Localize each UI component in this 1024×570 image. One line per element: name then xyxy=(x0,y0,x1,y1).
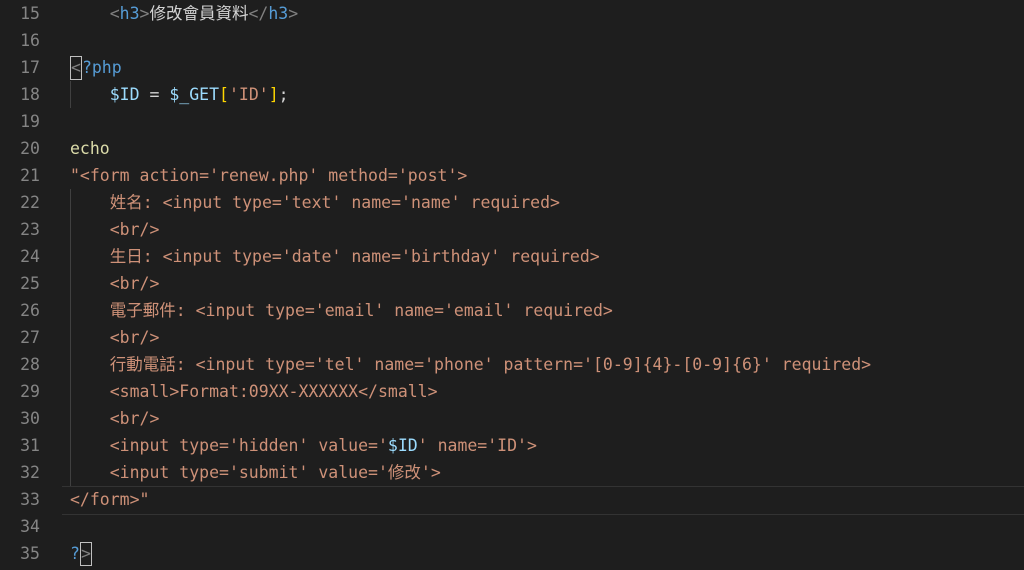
code-token-str: <input type='hidden' value=' xyxy=(70,436,388,455)
code-token-tag: > xyxy=(139,4,150,23)
code-content: <br/> xyxy=(70,405,160,432)
code-content: <br/> xyxy=(70,270,160,297)
line-number: 17 xyxy=(20,58,40,77)
code-content: ?> xyxy=(70,540,92,567)
code-token-tag: </ xyxy=(248,4,269,23)
code-line[interactable]: 22 姓名: <input type='text' name='name' re… xyxy=(0,189,1024,216)
code-content: "<form action='renew.php' method='post'> xyxy=(70,162,467,189)
code-token-str: 行動電話: <input type='tel' name='phone' pat… xyxy=(70,355,872,374)
line-number: 34 xyxy=(20,517,40,536)
code-token-phpkw: ?php xyxy=(81,58,122,77)
code-token-fn: echo xyxy=(70,139,110,158)
code-token-str: <br/> xyxy=(70,328,160,347)
code-line[interactable]: 32 <input type='submit' value='修改'> xyxy=(0,459,1024,486)
code-line[interactable]: 35 ?> xyxy=(0,540,1024,567)
bracket-match-highlight: > xyxy=(79,542,92,566)
code-line[interactable]: 23 <br/> xyxy=(0,216,1024,243)
code-line[interactable]: 17 <?php xyxy=(0,54,1024,81)
code-token-str: <br/> xyxy=(70,220,160,239)
line-number: 28 xyxy=(20,355,40,374)
code-line[interactable]: 29 <small>Format:09XX-XXXXXX</small> xyxy=(0,378,1024,405)
code-content: <h3>修改會員資料</h3> xyxy=(70,0,298,27)
code-content: <small>Format:09XX-XXXXXX</small> xyxy=(70,378,438,405)
code-token-str: "<form action='renew.php' method='post'> xyxy=(70,166,468,185)
code-line[interactable]: 26 電子郵件: <input type='email' name='email… xyxy=(0,297,1024,324)
code-token-str: <small>Format:09XX-XXXXXX</small> xyxy=(70,382,438,401)
code-line[interactable]: 25 <br/> xyxy=(0,270,1024,297)
line-number: 35 xyxy=(20,544,40,563)
code-content: 姓名: <input type='text' name='name' requi… xyxy=(70,189,560,216)
code-token-var: $_GET xyxy=(169,85,220,104)
code-line[interactable]: 28 行動電話: <input type='tel' name='phone' … xyxy=(0,351,1024,378)
code-line[interactable]: 30 <br/> xyxy=(0,405,1024,432)
line-number: 30 xyxy=(20,409,40,428)
line-number: 29 xyxy=(20,382,40,401)
code-line[interactable]: 20 echo xyxy=(0,135,1024,162)
code-token-text: 修改會員資料 xyxy=(149,4,249,23)
code-token-str: ' name='ID'> xyxy=(417,436,537,455)
code-content: <input type='hidden' value='$ID' name='I… xyxy=(70,432,537,459)
code-token-tag: < xyxy=(70,4,120,23)
code-line[interactable]: 31 <input type='hidden' value='$ID' name… xyxy=(0,432,1024,459)
code-line[interactable]: 33 </form>" xyxy=(0,486,1024,513)
code-line[interactable]: 21 "<form action='renew.php' method='post… xyxy=(0,162,1024,189)
code-token-str: <br/> xyxy=(70,409,160,428)
line-number: 21 xyxy=(20,166,40,185)
code-token-str: 電子郵件: <input type='email' name='email' r… xyxy=(70,301,613,320)
code-token-tagname: h3 xyxy=(268,4,289,23)
code-line[interactable]: 34 xyxy=(0,513,1024,540)
code-line[interactable]: 15 <h3>修改會員資料</h3> xyxy=(0,0,1024,27)
code-token-bracket: [ xyxy=(219,85,229,104)
line-number: 32 xyxy=(20,463,40,482)
code-editor[interactable]: 15 <h3>修改會員資料</h3> 16 17 <?php 18 $ID = $_GE… xyxy=(0,0,1024,570)
code-content: $ID = $_GET['ID']; xyxy=(70,81,289,108)
code-token-tagname: h3 xyxy=(119,4,140,23)
line-number: 27 xyxy=(20,328,40,347)
line-number: 25 xyxy=(20,274,40,293)
code-token-str: <input type='submit' value='修改'> xyxy=(70,463,441,482)
code-line[interactable]: 27 <br/> xyxy=(0,324,1024,351)
code-line[interactable]: 19 xyxy=(0,108,1024,135)
code-token-punc: = xyxy=(139,85,170,104)
code-token-tag: > xyxy=(288,4,299,23)
code-content: <?php xyxy=(70,54,122,81)
code-token-punc: ; xyxy=(278,85,289,104)
line-number: 24 xyxy=(20,247,40,266)
code-token-str: </form>" xyxy=(70,490,150,509)
code-content: 電子郵件: <input type='email' name='email' r… xyxy=(70,297,613,324)
code-token-str: <br/> xyxy=(70,274,160,293)
line-number: 18 xyxy=(20,85,40,104)
line-number: 33 xyxy=(20,490,40,509)
code-content: echo xyxy=(70,135,110,162)
line-number: 22 xyxy=(20,193,40,212)
line-number: 26 xyxy=(20,301,40,320)
line-number: 16 xyxy=(20,31,40,50)
code-line[interactable]: 16 xyxy=(0,27,1024,54)
code-content: <br/> xyxy=(70,324,160,351)
code-token-str: 姓名: <input type='text' name='name' requi… xyxy=(70,193,560,212)
code-content: 行動電話: <input type='tel' name='phone' pat… xyxy=(70,351,871,378)
code-line[interactable]: 18 $ID = $_GET['ID']; xyxy=(0,81,1024,108)
code-token-var: $ID xyxy=(387,436,418,455)
code-token-phpkw: ? xyxy=(70,544,80,563)
code-content: <input type='submit' value='修改'> xyxy=(70,459,441,486)
line-number: 23 xyxy=(20,220,40,239)
code-content: <br/> xyxy=(70,216,160,243)
line-number: 31 xyxy=(20,436,40,455)
line-number: 15 xyxy=(20,4,40,23)
code-token-var: $ID xyxy=(109,85,140,104)
line-number: 19 xyxy=(20,112,40,131)
code-line[interactable]: 24 生日: <input type='date' name='birthday… xyxy=(0,243,1024,270)
code-token-bracket: ] xyxy=(268,85,279,104)
line-number: 20 xyxy=(20,139,40,158)
code-content: </form>" xyxy=(70,486,149,513)
code-token-str: 生日: <input type='date' name='birthday' r… xyxy=(70,247,600,266)
code-token-str: 'ID' xyxy=(228,85,269,104)
bracket-match-highlight: < xyxy=(70,56,82,80)
code-content: 生日: <input type='date' name='birthday' r… xyxy=(70,243,600,270)
